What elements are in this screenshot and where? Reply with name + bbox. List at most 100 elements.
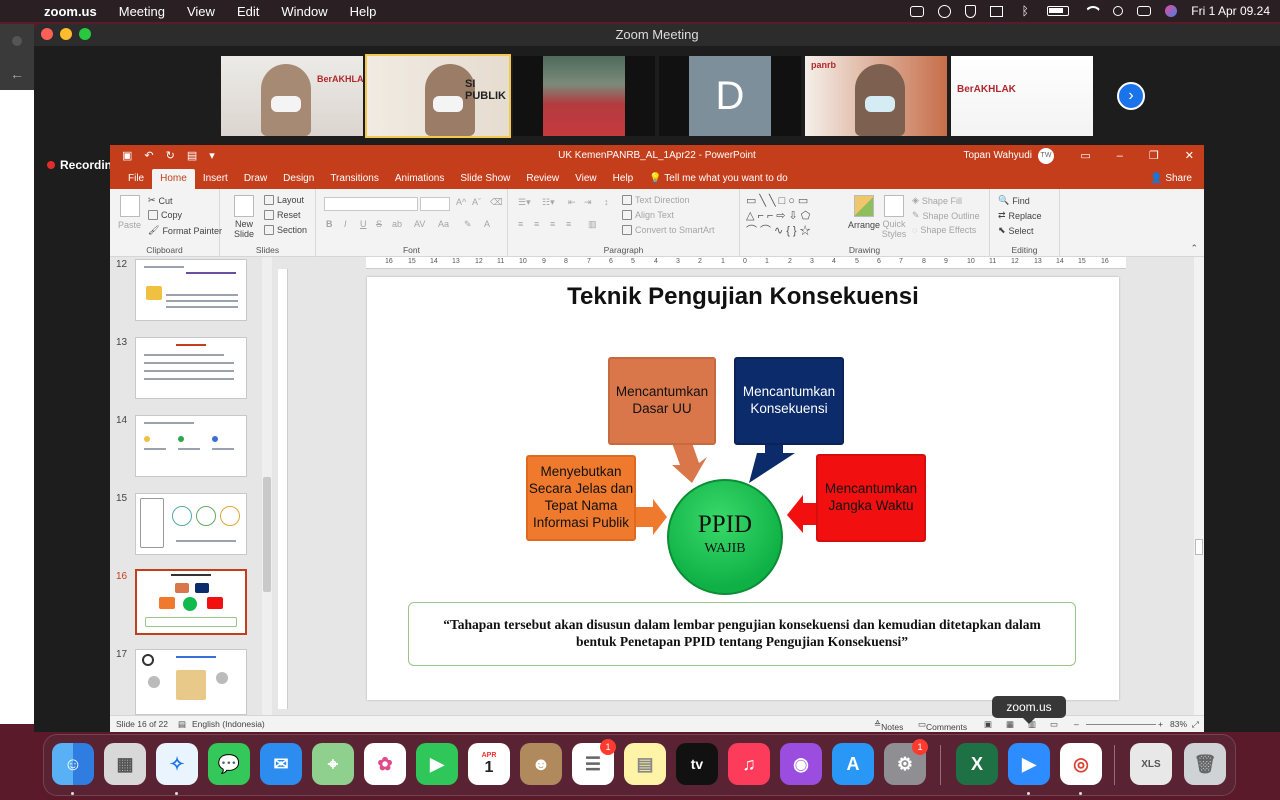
arrange-button[interactable]: Arrange: [848, 195, 880, 230]
dock-photos[interactable]: ✿: [364, 743, 406, 785]
dock-trash[interactable]: 🗑: [1184, 743, 1226, 785]
comments-button[interactable]: ▭ Comments: [918, 719, 967, 732]
participant-tile[interactable]: [513, 56, 655, 136]
creative-cloud-icon[interactable]: [938, 4, 952, 18]
restore-icon[interactable]: ❐: [1149, 145, 1159, 167]
menu-view[interactable]: View: [187, 4, 215, 19]
scrollbar-thumb[interactable]: [263, 477, 271, 592]
dock-finder[interactable]: ☺: [52, 743, 94, 785]
strikethrough-button[interactable]: S: [376, 219, 382, 229]
zoom-level[interactable]: 83%: [1170, 719, 1187, 729]
bullets-icon[interactable]: ☰▾: [518, 197, 531, 208]
align-left-icon[interactable]: ≡: [518, 219, 523, 229]
dock-maps[interactable]: ⌖: [312, 743, 354, 785]
notes-button[interactable]: ≙ Notes: [874, 719, 903, 732]
decrease-indent-icon[interactable]: ⇤: [568, 197, 576, 208]
tab-animations[interactable]: Animations: [387, 169, 452, 189]
slideshow-view-icon[interactable]: ▭: [1050, 719, 1058, 730]
box-jangka-waktu[interactable]: Mencantumkan Jangka Waktu: [816, 454, 926, 542]
quick-styles-button[interactable]: Quick Styles: [880, 195, 908, 240]
dock-app-store[interactable]: A: [832, 743, 874, 785]
fit-slide-icon[interactable]: ⤢: [1192, 719, 1199, 730]
participant-tile[interactable]: BerAKHLAK: [221, 56, 363, 136]
next-participants-button[interactable]: ›: [1117, 82, 1145, 110]
dock-chrome[interactable]: ◎: [1060, 743, 1102, 785]
tab-transitions[interactable]: Transitions: [322, 169, 387, 189]
slide-canvas[interactable]: Teknik Pengujian Konsekuensi Mencantumka…: [367, 277, 1119, 700]
reset-button[interactable]: Reset: [264, 210, 301, 220]
tab-insert[interactable]: Insert: [195, 169, 236, 189]
box-dasar-uu[interactable]: Mencantumkan Dasar UU: [608, 357, 716, 445]
zoom-in-icon[interactable]: +: [1158, 719, 1163, 729]
screen-record-icon[interactable]: [910, 5, 925, 17]
fullscreen-window-button[interactable]: [79, 28, 91, 40]
ppid-circle[interactable]: PPID WAJIB: [667, 479, 783, 595]
tell-me-search[interactable]: 💡 Tell me what you want to do: [649, 169, 787, 189]
paste-button[interactable]: Paste: [118, 195, 141, 230]
tab-design[interactable]: Design: [275, 169, 322, 189]
menu-help[interactable]: Help: [350, 4, 377, 19]
font-size-dropdown[interactable]: [420, 197, 450, 211]
dock-zoom[interactable]: ▶: [1008, 743, 1050, 785]
minimize-window-button[interactable]: [60, 28, 72, 40]
thumbnail-scrollbar[interactable]: [262, 257, 272, 715]
normal-view-icon[interactable]: ▣: [984, 719, 992, 730]
box-konsekuensi[interactable]: Mencantumkan Konsekuensi: [734, 357, 844, 445]
dock-recent-file[interactable]: XLS: [1130, 743, 1172, 785]
clear-format-icon[interactable]: ⌫: [490, 197, 503, 208]
ppt-account[interactable]: Topan Wahyudi TW: [963, 145, 1054, 167]
wifi-icon[interactable]: [1083, 5, 1099, 17]
shape-outline-button[interactable]: ✎ Shape Outline: [912, 210, 980, 221]
align-center-icon[interactable]: ≡: [534, 219, 539, 229]
increase-indent-icon[interactable]: ⇥: [584, 197, 592, 208]
participant-tile-active-speaker[interactable]: SI PUBLIK: [365, 54, 511, 138]
dock-excel[interactable]: X: [956, 743, 998, 785]
spellcheck-icon[interactable]: ▤: [178, 719, 186, 730]
slide-scrollbar[interactable]: [1194, 257, 1204, 715]
spotlight-search-icon[interactable]: [1113, 6, 1124, 16]
tab-slide-show[interactable]: Slide Show: [452, 169, 518, 189]
dock-messages[interactable]: 💬: [208, 743, 250, 785]
text-shadow-button[interactable]: ab: [392, 219, 402, 229]
find-button[interactable]: 🔍 Find: [998, 195, 1030, 206]
decrease-font-icon[interactable]: Aˇ: [472, 197, 481, 207]
bold-button[interactable]: B: [326, 219, 333, 229]
dock-contacts[interactable]: ☻: [520, 743, 562, 785]
dock-podcasts[interactable]: ◉: [780, 743, 822, 785]
copy-button[interactable]: Copy: [148, 210, 182, 220]
layout-button[interactable]: Layout: [264, 195, 304, 205]
screens-icon[interactable]: [990, 5, 1004, 17]
replace-button[interactable]: ⇄ Replace: [998, 210, 1042, 221]
text-direction-button[interactable]: Text Direction: [622, 195, 690, 205]
language-indicator[interactable]: English (Indonesia): [192, 719, 265, 729]
new-slide-button[interactable]: New Slide: [230, 195, 258, 240]
columns-icon[interactable]: ▥: [588, 219, 597, 230]
format-painter-button[interactable]: 🖌 Format Painter: [148, 225, 222, 236]
battery-icon[interactable]: [1047, 6, 1070, 16]
dock-notes[interactable]: ▤: [624, 743, 666, 785]
sorter-view-icon[interactable]: ▦: [1006, 719, 1014, 730]
close-window-button[interactable]: [41, 28, 53, 40]
shapes-gallery[interactable]: ▭╲╲□○▭ △⌐⌐⇨⇩⬠ ⌒⌒∿{}☆: [746, 194, 842, 238]
participant-tile[interactable]: D: [659, 56, 801, 136]
minimize-icon[interactable]: –: [1117, 145, 1123, 167]
dock-calendar[interactable]: APR 1: [468, 743, 510, 785]
menu-edit[interactable]: Edit: [237, 4, 259, 19]
line-spacing-icon[interactable]: ↕: [604, 197, 609, 207]
font-name-dropdown[interactable]: [324, 197, 418, 211]
convert-smartart-button[interactable]: Convert to SmartArt: [622, 225, 715, 235]
recording-indicator[interactable]: Recording: [47, 158, 119, 172]
siri-icon[interactable]: [1165, 5, 1178, 17]
participant-tile[interactable]: BerAKHLAK: [951, 56, 1093, 136]
collapse-ribbon-icon[interactable]: ⌃: [1190, 243, 1198, 254]
bluetooth-icon[interactable]: ᛒ: [1017, 5, 1033, 17]
tab-help[interactable]: Help: [605, 169, 642, 189]
tab-view[interactable]: View: [567, 169, 605, 189]
italic-button[interactable]: I: [344, 219, 347, 229]
increase-font-icon[interactable]: A^: [456, 197, 466, 207]
dock-tv[interactable]: tv: [676, 743, 718, 785]
menubar-clock[interactable]: Fri 1 Apr 09.24: [1191, 4, 1270, 18]
cut-button[interactable]: ✂ Cut: [148, 195, 173, 206]
shape-effects-button[interactable]: ◌ Shape Effects: [912, 225, 976, 235]
change-case-button[interactable]: Aa: [438, 219, 449, 229]
